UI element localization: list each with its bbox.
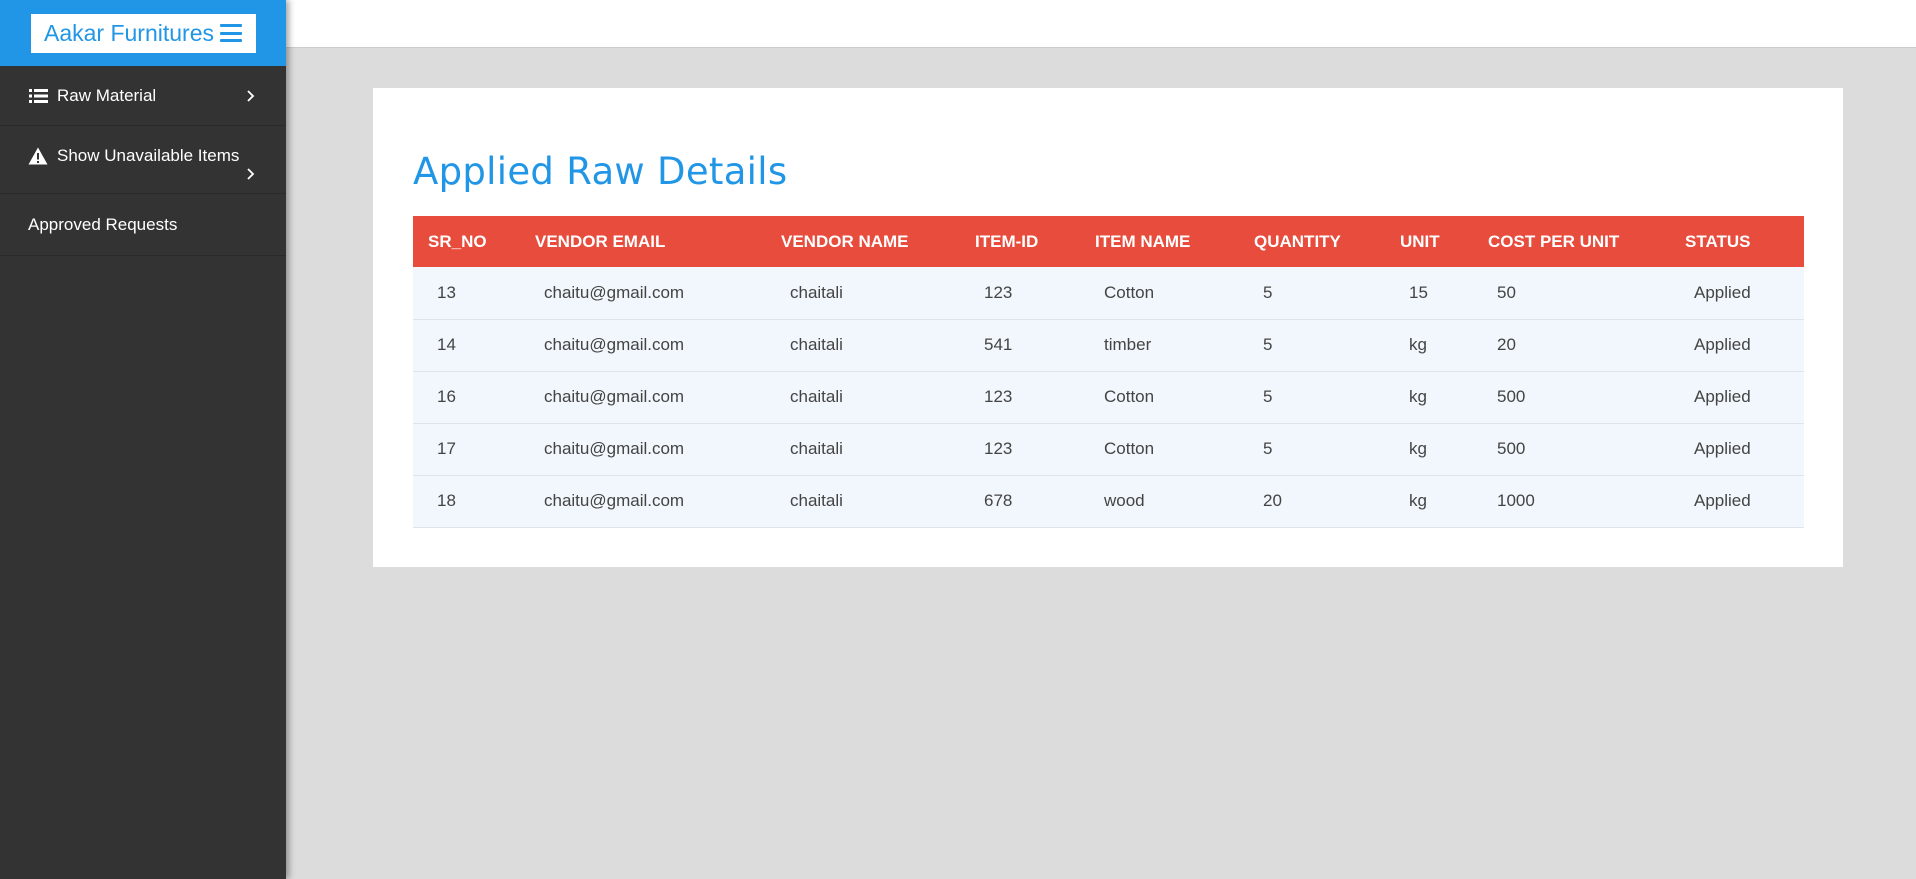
sidebar-item-label: Show Unavailable Items	[57, 146, 240, 165]
column-header: COST PER UNIT	[1488, 231, 1620, 251]
cell-quantity: 5	[1263, 335, 1273, 354]
column-header: SR_NO	[428, 231, 487, 251]
cell-vendor-email: chaitu@gmail.com	[544, 491, 685, 510]
top-bar	[286, 0, 1916, 48]
column-header: ITEM-ID	[975, 231, 1039, 251]
content-card: Applied Raw Details SR_NO VENDOR EMAIL V…	[373, 88, 1843, 567]
cell-cost-per-unit: 50	[1497, 282, 1516, 302]
cell-item-id: 678	[984, 491, 1013, 510]
page-title: Applied Raw Details	[413, 150, 788, 193]
brand-name: Aakar Furnitures	[43, 19, 214, 46]
applied-raw-table: SR_NO VENDOR EMAIL VENDOR NAME ITEM-ID I…	[413, 216, 1804, 528]
sidebar-item-show-unavailable-items[interactable]: Show Unavailable Items	[0, 126, 286, 194]
cell-sr-no: 13	[437, 282, 456, 302]
sidebar: Aakar Furnitures Raw Material Show Unava…	[0, 0, 286, 879]
cell-quantity: 5	[1263, 439, 1273, 458]
cell-vendor-name: chaitali	[790, 387, 843, 406]
cell-item-name: Cotton	[1104, 282, 1155, 302]
cell-item-name: wood	[1104, 491, 1145, 510]
cell-unit: kg	[1409, 335, 1427, 354]
cell-cost-per-unit: 500	[1497, 439, 1526, 458]
cell-vendor-email: chaitu@gmail.com	[544, 335, 685, 354]
cell-cost-per-unit: 20	[1497, 335, 1516, 354]
column-header: VENDOR EMAIL	[535, 231, 666, 251]
sidebar-item-approved-requests[interactable]: Approved Requests	[0, 194, 286, 256]
cell-unit: 15	[1409, 282, 1428, 302]
cell-cost-per-unit: 1000	[1497, 491, 1535, 510]
column-header: ITEM NAME	[1095, 231, 1191, 251]
brand-button[interactable]: Aakar Furnitures	[30, 13, 256, 53]
chevron-right-icon	[247, 168, 255, 180]
table-header-row: SR_NO VENDOR EMAIL VENDOR NAME ITEM-ID I…	[413, 216, 1804, 267]
column-header: STATUS	[1685, 231, 1751, 251]
list-icon	[28, 87, 48, 105]
cell-vendor-email: chaitu@gmail.com	[544, 387, 685, 406]
column-header: QUANTITY	[1254, 231, 1341, 251]
cell-vendor-email: chaitu@gmail.com	[544, 282, 685, 302]
cell-status: Applied	[1694, 491, 1751, 510]
cell-vendor-name: chaitali	[790, 439, 843, 458]
cell-vendor-name: chaitali	[790, 491, 843, 510]
cell-status: Applied	[1694, 335, 1751, 354]
cell-item-id: 123	[984, 439, 1013, 458]
column-header: UNIT	[1400, 231, 1440, 251]
column-header: VENDOR NAME	[781, 231, 909, 251]
cell-item-name: timber	[1104, 335, 1152, 354]
cell-status: Applied	[1694, 387, 1751, 406]
cell-unit: kg	[1409, 387, 1427, 406]
sidebar-item-raw-material[interactable]: Raw Material	[0, 66, 286, 126]
table-row: 16 chaitu@gmail.com chaitali 123 Cotton …	[413, 371, 1804, 423]
cell-sr-no: 17	[437, 439, 456, 458]
warning-icon	[28, 147, 48, 165]
cell-item-id: 123	[984, 282, 1013, 302]
cell-item-id: 541	[984, 335, 1013, 354]
cell-status: Applied	[1694, 282, 1751, 302]
cell-vendor-name: chaitali	[790, 335, 843, 354]
cell-sr-no: 14	[437, 335, 456, 354]
cell-quantity: 20	[1263, 491, 1282, 510]
cell-quantity: 5	[1263, 282, 1273, 302]
table-row: 17 chaitu@gmail.com chaitali 123 Cotton …	[413, 423, 1804, 475]
table-row: 13 chaitu@gmail.com chaitali 123 Cotton …	[413, 267, 1804, 319]
cell-vendor-email: chaitu@gmail.com	[544, 439, 685, 458]
cell-item-id: 123	[984, 387, 1013, 406]
cell-status: Applied	[1694, 439, 1751, 458]
cell-unit: kg	[1409, 491, 1427, 510]
table-row: 14 chaitu@gmail.com chaitali 541 timber …	[413, 319, 1804, 371]
cell-sr-no: 16	[437, 387, 456, 406]
sidebar-item-label: Raw Material	[57, 86, 157, 105]
cell-sr-no: 18	[437, 491, 456, 510]
cell-quantity: 5	[1263, 387, 1273, 406]
hamburger-icon[interactable]	[220, 24, 242, 42]
cell-unit: kg	[1409, 439, 1427, 458]
cell-vendor-name: chaitali	[790, 282, 843, 302]
cell-item-name: Cotton	[1104, 439, 1155, 458]
sidebar-item-label: Approved Requests	[28, 215, 178, 234]
chevron-right-icon	[247, 90, 255, 102]
cell-cost-per-unit: 500	[1497, 387, 1526, 406]
table-row: 18 chaitu@gmail.com chaitali 678 wood 20…	[413, 475, 1804, 527]
cell-item-name: Cotton	[1104, 387, 1155, 406]
brand-bar: Aakar Furnitures	[0, 0, 286, 66]
